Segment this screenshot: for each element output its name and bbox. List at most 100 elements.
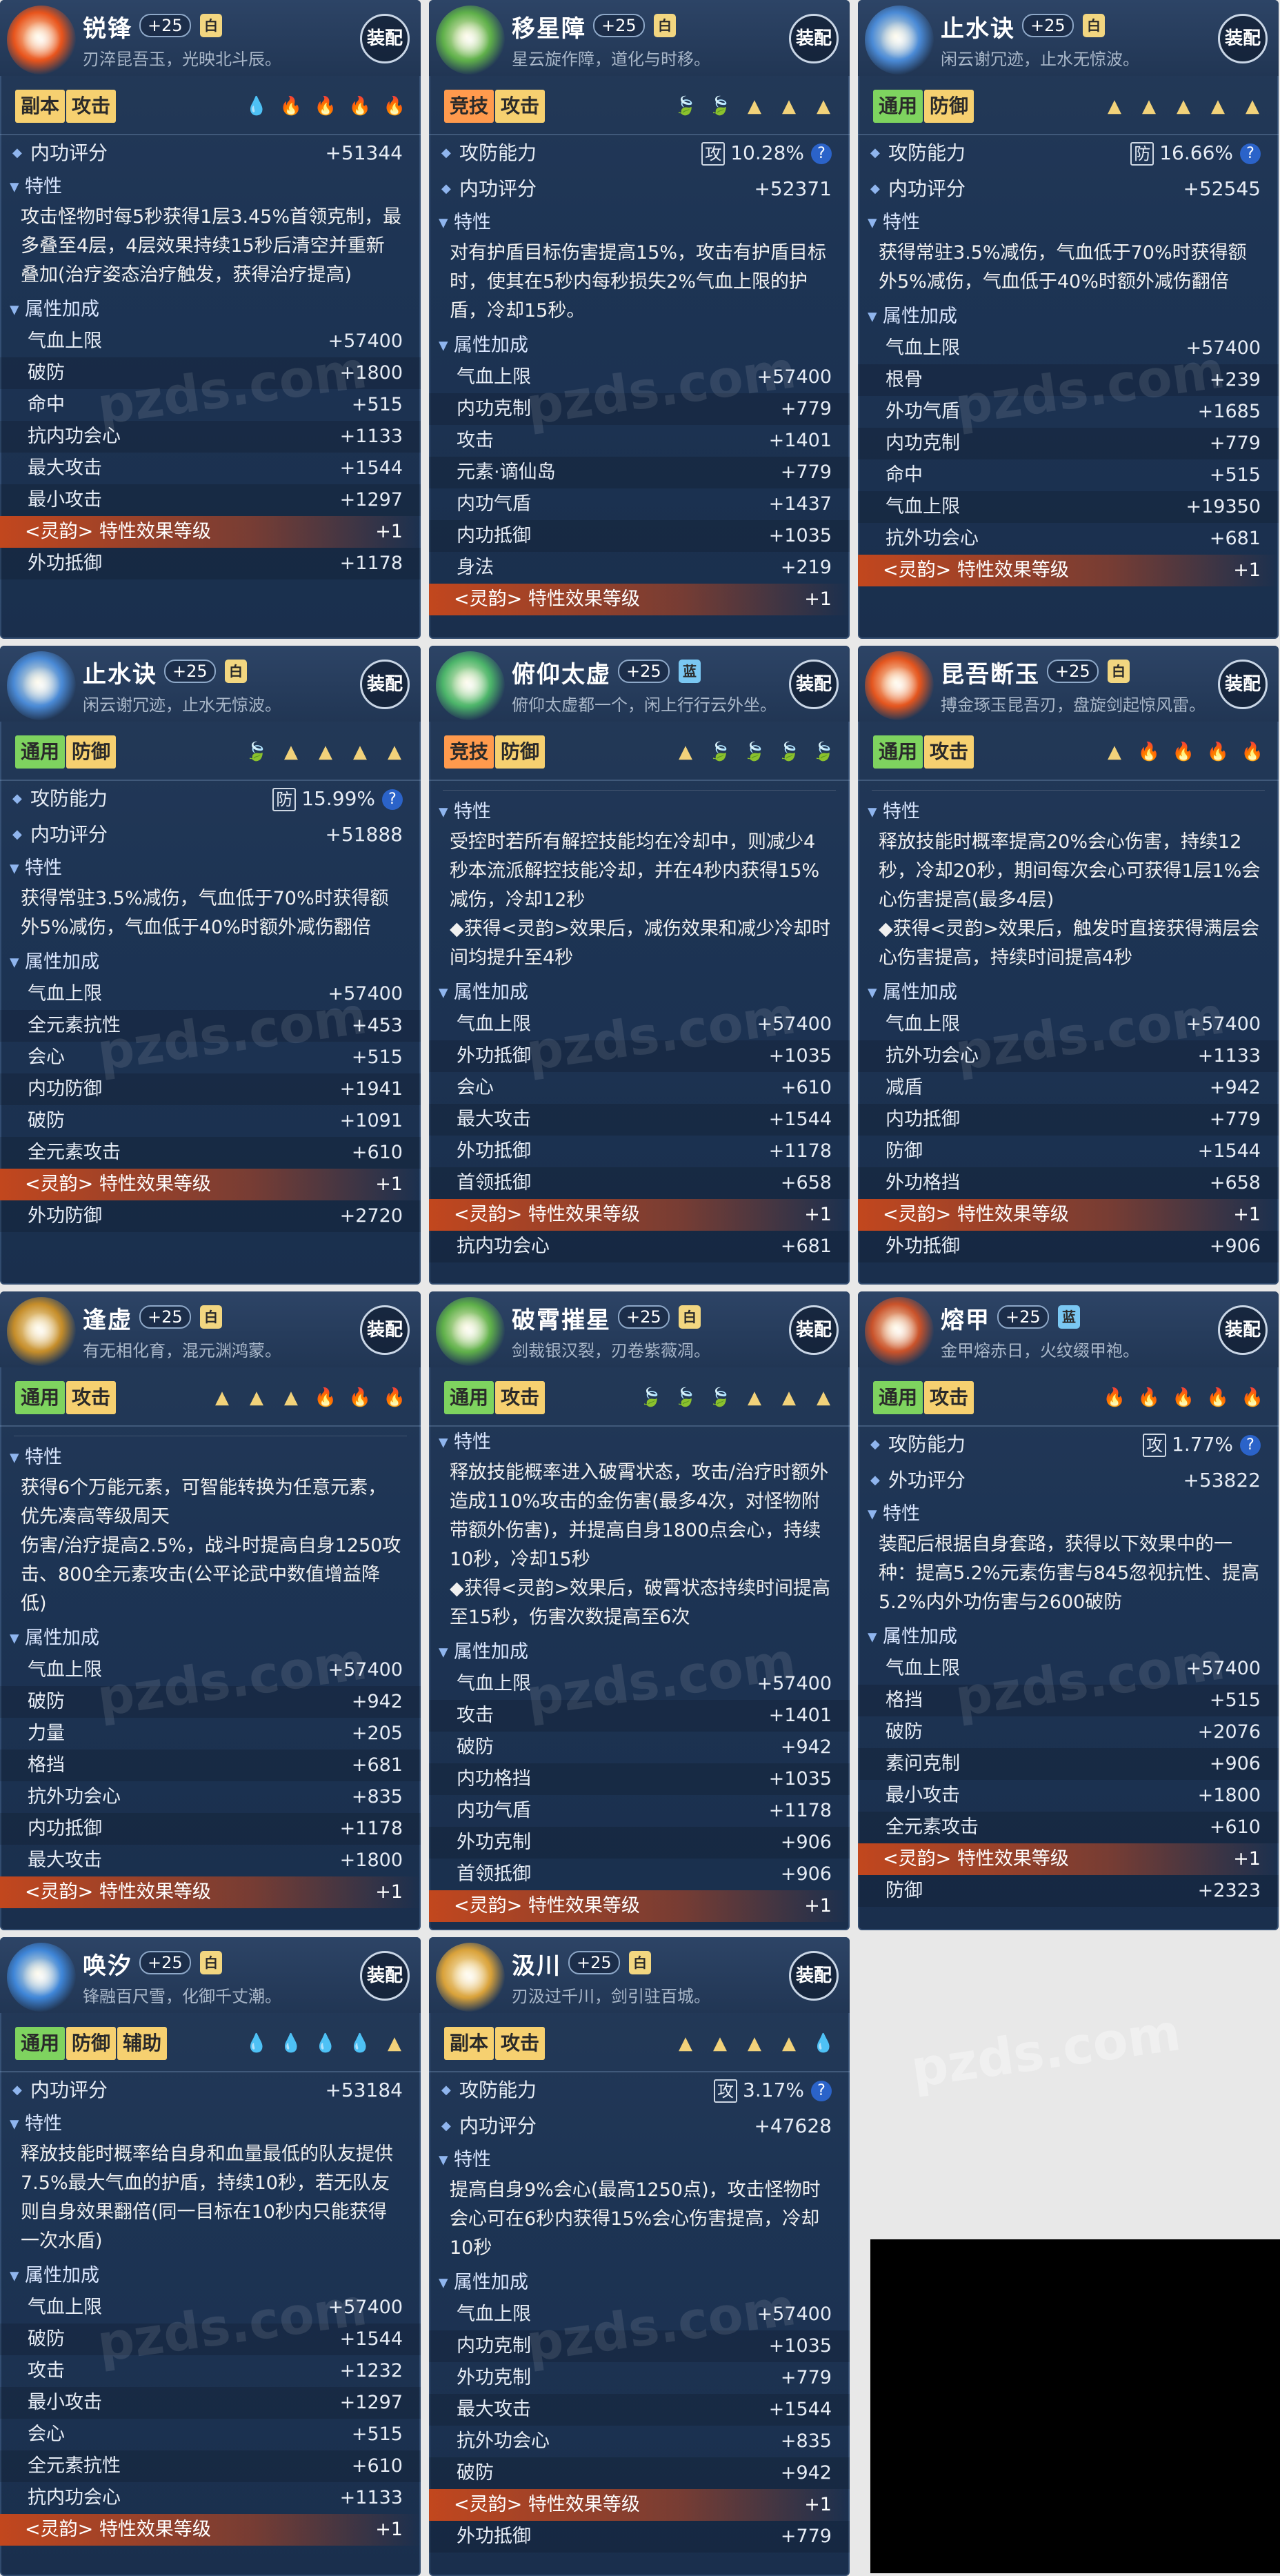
score-value: +53822 [1183,1469,1261,1492]
trait-header[interactable]: 特性 [429,207,850,239]
element-slot-icon: ▲ [1108,96,1121,117]
trait-paragraph: 受控时若所有解控技能均在冷却中，则减少4秒本流派解控技能冷却，并在4秒内获得15… [450,831,820,911]
card-body[interactable]: 特性释放技能概率进入破霄状态，攻击/治疗时额外造成110%攻击的金伤害(最多4次… [429,1427,850,1930]
trait-header[interactable]: 特性 [0,171,421,203]
equip-button[interactable]: 装配 [789,1951,839,2001]
card-header: 止水诀 +25 白闲云谢冗迹，止水无惊波。 装配 [858,0,1279,76]
card-body[interactable]: 内功评分 +53184 特性释放技能时概率给自身和血量最低的队友提供7.5%最大气血… [0,2072,421,2576]
attribute-header[interactable]: 属性加成 [0,1623,421,1654]
element-slot-icon: 🔥 [1137,742,1161,762]
lingyun-trait-level-row: <灵韵> 特性效果等级 +1 [0,1169,421,1200]
lingyun-label: <灵韵> 特性效果等级 [454,588,640,610]
element-slots: ▲ 🔥 🔥 🔥 🔥 [1094,738,1266,766]
card-body[interactable]: 攻防能力 防15.99%? 内功评分 +51888 特性获得常驻3.5%减伤，气血低于7… [0,781,421,1285]
equip-button[interactable]: 装配 [1218,1305,1268,1355]
equipment-card[interactable]: 锐锋 +25 白刃淬昆吾玉，光映北斗辰。 装配副本攻击 💧 🔥 🔥 🔥 🔥 内功评分 +51344 特… [0,0,421,639]
trait-text: 受控时若所有解控技能均在冷却中，则减少4秒本流派解控技能冷却，并在4秒内获得15… [429,828,850,977]
equip-button[interactable]: 装配 [789,660,839,709]
attribute-row: 外功抵御 +1178 [0,548,421,579]
attribute-value: +779 [780,2526,832,2547]
attribute-header[interactable]: 属性加成 [429,330,850,361]
lingyun-trait-level-row: <灵韵> 特性效果等级 +1 [858,1843,1279,1875]
help-icon[interactable]: ? [811,143,832,164]
attribute-row: 内功格挡 +1035 [429,1763,850,1795]
attribute-name: 攻击 [28,2360,65,2381]
equipment-description: 闲云谢冗迹，止水无惊波。 [83,695,281,715]
trait-header[interactable]: 特性 [429,1427,850,1458]
equip-button[interactable]: 装配 [360,14,410,63]
equip-button[interactable]: 装配 [789,1305,839,1355]
trait-header[interactable]: 特性 [0,2108,421,2140]
card-body[interactable]: 特性释放技能时概率提高20%会心伤害，持续12秒，冷却20秒，期间每次会心可获得… [858,781,1279,1285]
help-icon[interactable]: ? [382,789,403,810]
card-body[interactable]: 攻防能力 攻3.17%? 内功评分 +47628 特性提高自身9%会心(最高1250点)… [429,2072,850,2576]
attribute-header[interactable]: 属性加成 [0,294,421,326]
equip-button[interactable]: 装配 [789,14,839,63]
trait-header[interactable]: 特性 [0,1442,421,1474]
attribute-value: +1178 [768,1140,832,1162]
card-body[interactable]: 内功评分 +51344 特性攻击怪物时每5秒获得1层3.45%首领克制，最多叠至4层… [0,135,421,639]
attribute-header[interactable]: 属性加成 [429,977,850,1009]
equip-button[interactable]: 装配 [360,1305,410,1355]
equipment-card[interactable]: 移星障 +25 白星云旋作障，道化与时移。 装配竞技攻击 🍃 🍃 ▲ ▲ ▲ 攻防能力 攻10.28… [429,0,850,639]
attribute-header[interactable]: 属性加成 [858,301,1279,333]
equip-button[interactable]: 装配 [1218,14,1268,63]
attribute-header[interactable]: 属性加成 [429,1636,850,1668]
equipment-card[interactable]: 汲川 +25 白刃汲过千川，剑引驻百城。 装配副本攻击 ▲ ▲ ▲ ▲ 💧 攻防能力 攻3.17%?… [429,1937,850,2576]
ability-label: 攻防能力 [459,2079,537,2101]
equipment-card[interactable]: 唤汐 +25 白锋融百尺雪，化御千丈潮。 装配通用防御辅助 💧 💧 💧 💧 ▲ 内功评分 +5318… [0,1937,421,2576]
trait-header[interactable]: 特性 [858,207,1279,239]
trait-header[interactable]: 特性 [429,796,850,828]
equipment-card[interactable]: 熔甲 +25 蓝金甲熔赤日，火纹缀甲袍。 装配通用攻击 🔥 🔥 🔥 🔥 🔥 攻防能力 攻1.77%?… [858,1291,1279,1930]
equipment-card[interactable]: 破霄摧星 +25 白剑裁银汉裂，刃卷紫薇凋。 装配通用攻击 🍃 🍃 🍃 ▲ ▲ ▲ 特性释放技能概率… [429,1291,850,1930]
attribute-header[interactable]: 属性加成 [0,2260,421,2292]
attribute-value: +1232 [339,2360,403,2381]
attribute-name: 气血上限 [886,1013,960,1035]
attribute-value: +57400 [328,1659,403,1681]
equipment-card[interactable]: 昆吾断玉 +25 白搏金琢玉昆吾刃，盘旋剑起惊风雷。装配通用攻击 ▲ 🔥 🔥 🔥 🔥 特性释放技… [858,646,1279,1285]
attribute-header[interactable]: 属性加成 [0,947,421,978]
ability-type-icon: 攻 [714,2079,738,2103]
attribute-name: 抗外功会心 [886,1045,979,1067]
card-body[interactable]: 攻防能力 攻10.28%? 内功评分 +52371 特性对有护盾目标伤害提高15%，攻击… [429,135,850,639]
attribute-name: 内功防御 [28,1078,102,1100]
equip-button[interactable]: 装配 [360,1951,410,2001]
attribute-header[interactable]: 属性加成 [858,1621,1279,1653]
attack-defense-ability: 攻防能力 防16.66%? [858,135,1279,171]
category-tag: 通用 [15,1381,66,1414]
attribute-header[interactable]: 属性加成 [429,2267,850,2299]
element-slot-icon: 💧 [245,96,268,117]
equipment-gem-icon [865,651,934,720]
category-tags: 竞技 防御 [444,735,546,770]
element-slots: 🔥 🔥 🔥 🔥 🔥 [1094,1384,1266,1411]
attribute-row: 最小攻击 +1297 [0,2387,421,2419]
trait-header[interactable]: 特性 [858,796,1279,828]
attribute-name: 破防 [28,1691,65,1712]
equip-button[interactable]: 装配 [1218,660,1268,709]
attribute-row: 抗内功会心 +1133 [0,2482,421,2514]
help-icon[interactable]: ? [1240,143,1261,164]
card-body[interactable]: 攻防能力 防16.66%? 内功评分 +52545 特性获得常驻3.5%减伤，气血低于7… [858,135,1279,639]
trait-header[interactable]: 特性 [858,1498,1279,1530]
card-body[interactable]: 特性获得6个万能元素，可智能转换为任意元素，优先凑高等级周天伤害/治疗提高2.5… [0,1427,421,1930]
trait-header[interactable]: 特性 [429,2144,850,2176]
attribute-name: 内功克制 [457,2335,531,2357]
trait-paragraph: 释放技能时概率提高20%会心伤害，持续12秒，冷却20秒，期间每次会心可获得1层… [879,831,1261,911]
equipment-name: 移星障 [512,15,586,43]
card-body[interactable]: 特性受控时若所有解控技能均在冷却中，则减少4秒本流派解控技能冷却，并在4秒内获得… [429,781,850,1285]
equipment-card[interactable]: 止水诀 +25 白闲云谢冗迹，止水无惊波。 装配通用防御 ▲ ▲ ▲ ▲ ▲ 攻防能力 防16.66… [858,0,1279,639]
equipment-card[interactable]: 俯仰太虚 +25 蓝俯仰太虚都一个，闲上行行云外坐。装配竞技防御 ▲ 🍃 🍃 🍃 🍃 特性受控时… [429,646,850,1285]
help-icon[interactable]: ? [811,2081,832,2101]
equipment-description: 有无相化育，混元渊鸿蒙。 [83,1341,281,1360]
help-icon[interactable]: ? [1240,1435,1261,1456]
element-slot-icon: 🍃 [245,742,268,762]
attribute-row: 抗外功会心 +681 [858,523,1279,555]
attribute-value: +19350 [1186,496,1261,517]
equipment-card[interactable]: 止水诀 +25 白闲云谢冗迹，止水无惊波。 装配通用防御 🍃 ▲ ▲ ▲ ▲ 攻防能力 防15.99… [0,646,421,1285]
card-body[interactable]: 攻防能力 攻1.77%? 外功评分 +53822 特性装配后根据自身套路，获得以下效果中… [858,1427,1279,1930]
equipment-card[interactable]: 逢虚 +25 白有无相化育，混元渊鸿蒙。 装配通用攻击 ▲ ▲ ▲ 🔥 🔥 🔥 特性获得6个万能元素… [0,1291,421,1930]
trait-header[interactable]: 特性 [0,853,421,884]
lingyun-label: <灵韵> 特性效果等级 [454,1204,640,1225]
equip-button[interactable]: 装配 [360,660,410,709]
attribute-header[interactable]: 属性加成 [858,977,1279,1009]
